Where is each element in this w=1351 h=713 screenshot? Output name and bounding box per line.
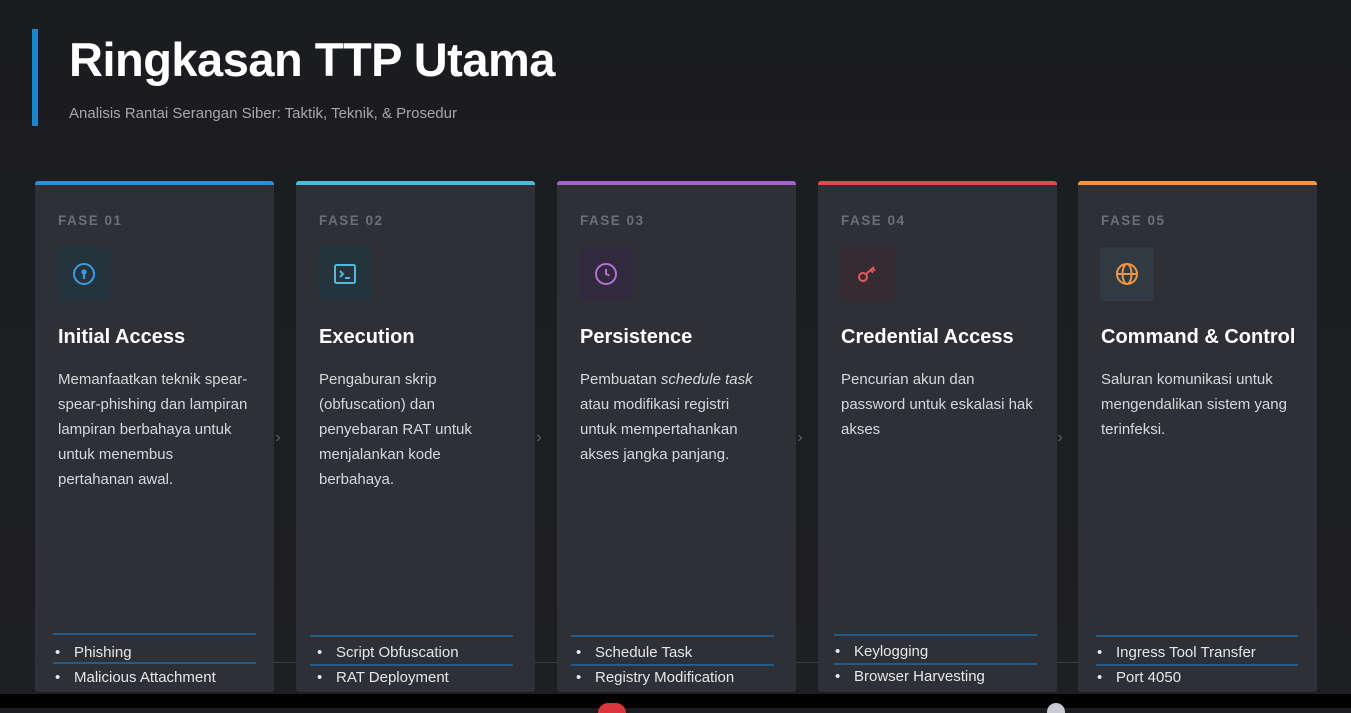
technique-list: Phishing Malicious Attachment: [53, 640, 263, 690]
phase-title: Execution: [319, 326, 415, 348]
desc-line: Pengaburan skrip: [319, 371, 437, 388]
page-title: Ringkasan TTP Utama: [69, 33, 555, 86]
chevron-right-icon: ›: [1057, 429, 1063, 446]
chevron-right-icon: ›: [536, 429, 542, 446]
card-top-border: [35, 181, 274, 185]
record-indicator: [598, 703, 626, 713]
desc-line: menjalankan kode: [319, 446, 441, 463]
card-top-border: [818, 181, 1057, 185]
phase-icon-box: [1100, 247, 1154, 301]
desc-line: pertahanan awal.: [58, 471, 174, 488]
technique-item: Phishing: [53, 640, 263, 665]
desc-line: terinfeksi.: [1101, 421, 1166, 438]
phase-icon-box: [57, 247, 111, 301]
list-separator-top: [310, 635, 513, 637]
technique-item: Registry Modification: [574, 665, 784, 690]
phase-label: FASE 02: [319, 213, 384, 228]
technique-item: RAT Deployment: [315, 665, 525, 690]
phase-description: Pembuatan schedule task atau modifikasi …: [580, 367, 780, 467]
technique-item: Browser Harvesting: [833, 664, 1043, 689]
technique-item: Schedule Task: [574, 640, 784, 665]
phase-card-command-control: FASE 05 Command & Control Saluran komuni…: [1078, 181, 1317, 692]
desc-line: berbahaya.: [319, 471, 395, 488]
desc-line: penyebaran RAT untuk: [319, 421, 472, 438]
card-top-border: [557, 181, 796, 185]
phase-icon-box: [318, 247, 372, 301]
desc-line: akses jangka panjang.: [580, 446, 730, 463]
desc-prefix: Pembuatan: [580, 371, 661, 388]
phase-description: Pengaburan skrip (obfuscation) dan penye…: [319, 367, 519, 492]
desc-line: Pembuatan schedule task: [580, 367, 780, 392]
phase-title: Credential Access: [841, 326, 1014, 348]
desc-line: Saluran komunikasi untuk: [1101, 371, 1273, 388]
card-top-border: [1078, 181, 1317, 185]
desc-line: lampiran berbahaya untuk: [58, 421, 232, 438]
desc-line: mengendalikan sistem yang: [1101, 396, 1287, 413]
chevron-right-icon: ›: [275, 429, 281, 446]
desc-line: atau modifikasi registri: [580, 396, 730, 413]
technique-list: Ingress Tool Transfer Port 4050: [1095, 640, 1305, 690]
phase-card-persistence: FASE 03 Persistence Pembuatan schedule t…: [557, 181, 796, 692]
phase-description: Memanfaatkan teknik spear- spear-phishin…: [58, 367, 258, 492]
technique-item: Script Obfuscation: [315, 640, 525, 665]
phase-label: FASE 01: [58, 213, 123, 228]
list-separator-top: [53, 633, 256, 635]
phase-icon-box: [840, 247, 894, 301]
phase-description: Pencurian akun dan password untuk eskala…: [841, 367, 1041, 442]
technique-list: Keylogging Browser Harvesting: [833, 639, 1043, 689]
page-subtitle: Analisis Rantai Serangan Siber: Taktik, …: [69, 105, 457, 122]
phase-card-credential-access: FASE 04 Credential Access Pencurian akun…: [818, 181, 1057, 692]
phase-title: Initial Access: [58, 326, 186, 348]
desc-line: akses: [841, 421, 881, 438]
desc-line: Memanfaatkan teknik spear-: [58, 371, 248, 388]
desc-line: untuk menembus: [58, 446, 174, 463]
slide: Ringkasan TTP Utama Analisis Rantai Sera…: [0, 0, 1351, 694]
key-icon: [858, 266, 876, 282]
phase-label: FASE 03: [580, 213, 645, 228]
list-separator-top: [571, 635, 774, 637]
technique-list: Script Obfuscation RAT Deployment: [315, 640, 525, 690]
phase-card-execution: FASE 02 Execution Pengaburan skrip (obfu…: [296, 181, 535, 692]
phase-title: Command & Control: [1101, 326, 1296, 348]
bottom-bar: [0, 694, 1351, 708]
phase-icon-box: [579, 247, 633, 301]
technique-item: Keylogging: [833, 639, 1043, 664]
phase-title: Persistence: [580, 326, 693, 348]
phase-label: FASE 04: [841, 213, 906, 228]
terminal-icon: [334, 264, 356, 284]
technique-item: Ingress Tool Transfer: [1095, 640, 1305, 665]
desc-line: (obfuscation) dan: [319, 396, 435, 413]
list-separator-top: [1096, 635, 1298, 637]
clock-icon: [595, 263, 617, 285]
card-top-border: [296, 181, 535, 185]
desc-line: Pencurian akun dan: [841, 371, 975, 388]
desc-line: spear-phishing dan lampiran: [58, 396, 248, 413]
desc-emphasis: schedule task: [660, 371, 753, 388]
technique-item: Malicious Attachment: [53, 665, 263, 690]
technique-item: Port 4050: [1095, 665, 1305, 690]
phase-description: Saluran komunikasi untuk mengendalikan s…: [1101, 367, 1301, 442]
chevron-right-icon: ›: [797, 429, 803, 446]
desc-line: untuk mempertahankan: [580, 421, 738, 438]
desc-line: password untuk eskalasi hak: [841, 396, 1033, 413]
globe-icon: [1116, 263, 1138, 285]
phase-label: FASE 05: [1101, 213, 1166, 228]
keyhole-icon: [73, 263, 95, 285]
technique-list: Schedule Task Registry Modification: [574, 640, 784, 690]
list-separator-top: [834, 634, 1037, 636]
title-accent-bar: [32, 29, 38, 126]
phase-card-initial-access: FASE 01 Initial Access Memanfaatkan tekn…: [35, 181, 274, 692]
